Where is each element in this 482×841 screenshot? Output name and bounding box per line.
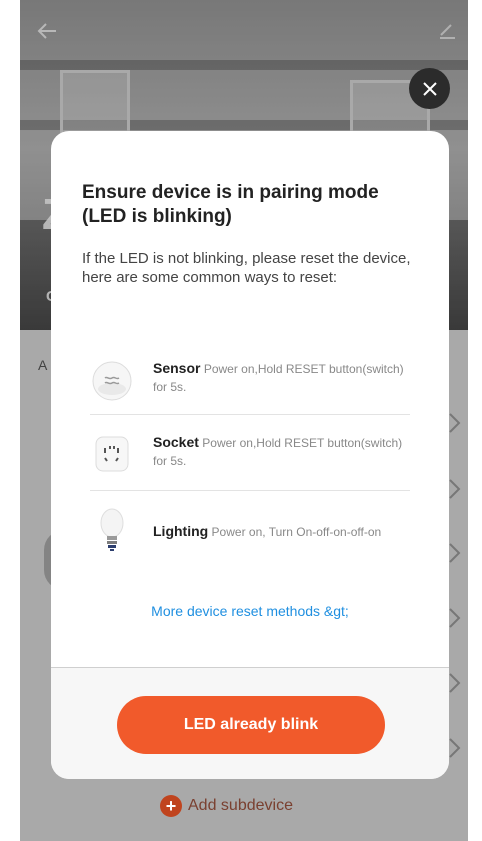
more-reset-methods-link[interactable]: More device reset methods &gt; <box>51 603 449 619</box>
led-already-blink-button[interactable]: LED already blink <box>117 696 385 754</box>
device-info-socket: Socket Power on,Hold RESET button(switch… <box>153 433 413 470</box>
device-instruction: Power on, Turn On-off-on-off-on <box>211 525 382 539</box>
add-subdevice-label: Add subdevice <box>188 797 293 814</box>
device-name: Sensor <box>153 360 201 376</box>
device-name: Lighting <box>153 523 209 539</box>
dialog-description: If the LED is not blinking, please reset… <box>82 250 411 286</box>
device-name: Socket <box>153 434 199 450</box>
device-row-sensor: Sensor Power on,Hold RESET button(switch… <box>90 359 410 439</box>
device-row-socket: Socket Power on,Hold RESET button(switch… <box>90 433 410 513</box>
bulb-icon <box>90 505 134 551</box>
add-subdevice-button[interactable]: + Add subdevice <box>160 795 293 817</box>
divider <box>90 490 410 491</box>
divider <box>90 414 410 415</box>
close-icon <box>422 81 437 96</box>
socket-icon <box>90 433 134 477</box>
pairing-mode-dialog: Ensure device is in pairing mode (LED is… <box>51 131 449 779</box>
plus-circle-icon: + <box>160 795 182 817</box>
close-button[interactable] <box>409 68 450 109</box>
device-info-sensor: Sensor Power on,Hold RESET button(switch… <box>153 359 413 396</box>
dialog-footer: LED already blink <box>51 667 449 779</box>
device-info-lighting: Lighting Power on, Turn On-off-on-off-on <box>153 522 413 541</box>
sensor-icon <box>90 359 134 403</box>
dialog-title: Ensure device is in pairing mode (LED is… <box>82 182 379 227</box>
device-row-lighting: Lighting Power on, Turn On-off-on-off-on <box>90 505 410 565</box>
